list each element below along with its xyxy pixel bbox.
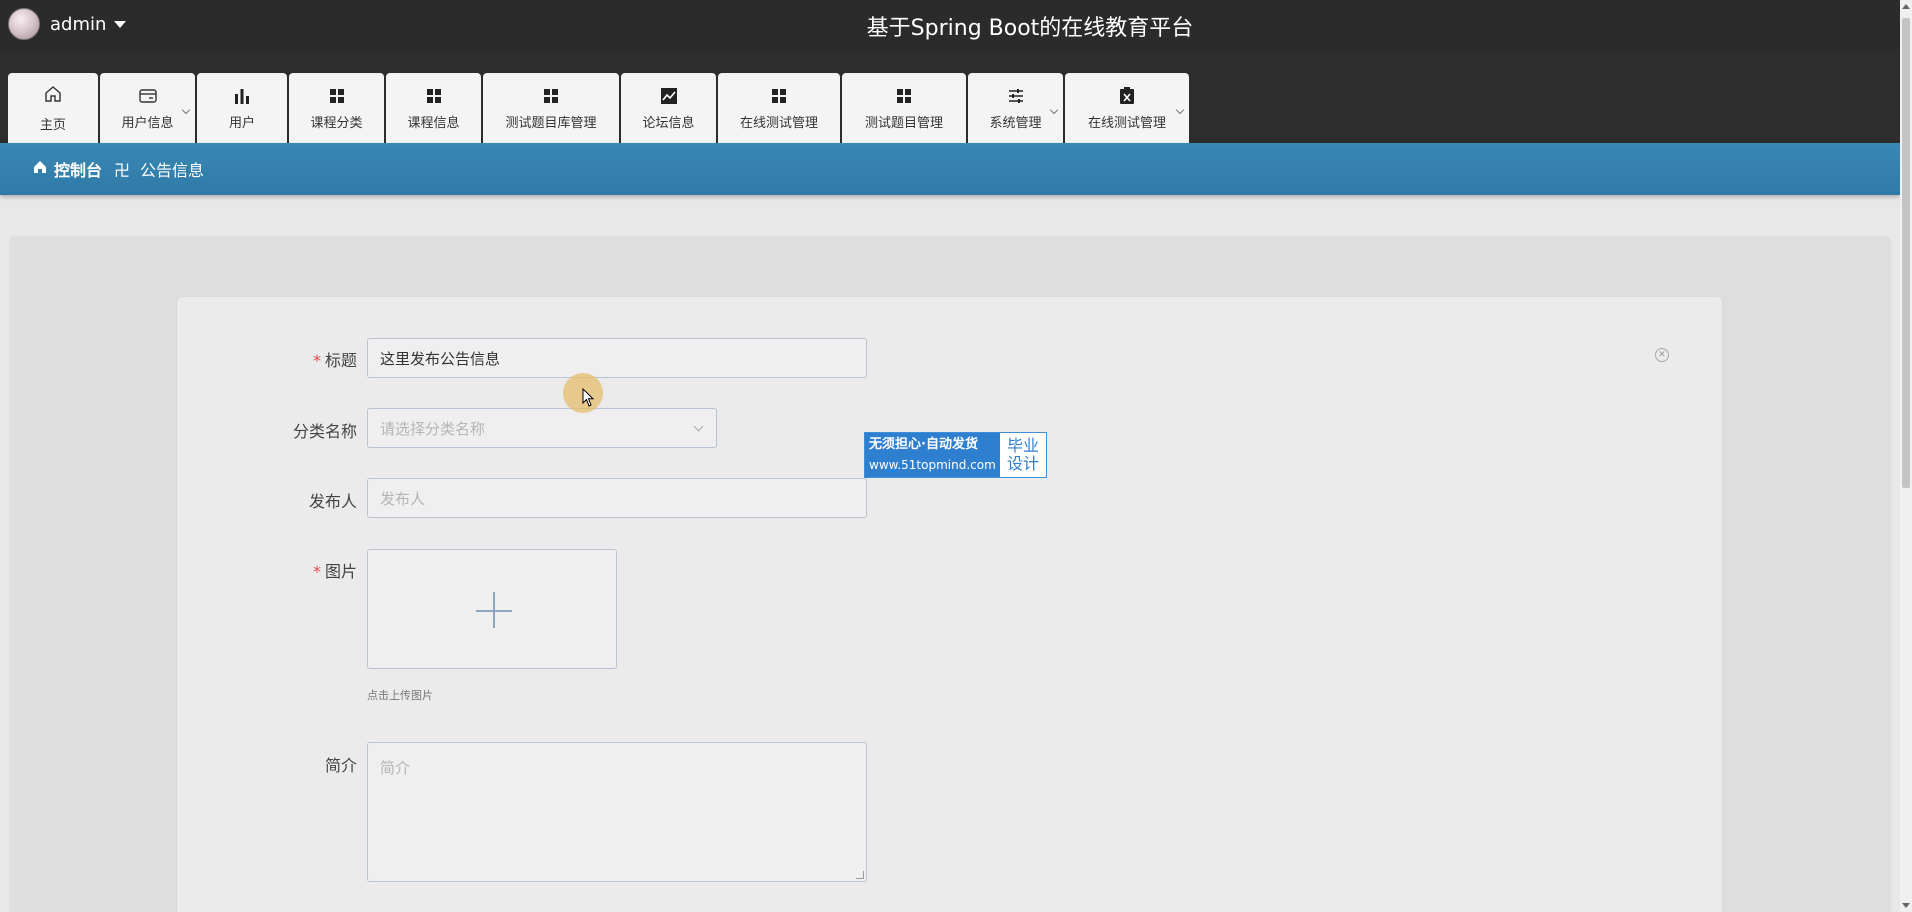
image-upload[interactable] bbox=[367, 549, 617, 669]
breadcrumb-current: 公告信息 bbox=[140, 161, 205, 180]
tab-users[interactable]: 用户 bbox=[197, 73, 287, 143]
title-input-value: 这里发布公告信息 bbox=[380, 349, 501, 368]
tab-label: 用户 bbox=[228, 115, 255, 131]
tab-question-bank[interactable]: 测试题目库管理 bbox=[483, 73, 619, 143]
tab-online-test-2[interactable]: 在线测试管理 bbox=[1065, 73, 1189, 143]
site-title: 基于Spring Boot的在线教育平台 bbox=[866, 16, 1194, 41]
tab-label: 主页 bbox=[39, 117, 66, 133]
title-input[interactable]: 这里发布公告信息 bbox=[367, 338, 867, 378]
tab-label: 课程信息 bbox=[407, 115, 460, 131]
breadcrumb-home[interactable]: 控制台 bbox=[32, 157, 102, 181]
required-mark: * bbox=[312, 351, 321, 370]
tab-online-test[interactable]: 在线测试管理 bbox=[718, 73, 840, 143]
category-label: 分类名称 bbox=[292, 422, 357, 441]
chevron-down-icon bbox=[1175, 105, 1185, 115]
tab-home[interactable]: 主页 bbox=[8, 73, 98, 143]
upload-tip: 点击上传图片 bbox=[367, 689, 433, 702]
tab-label: 论坛信息 bbox=[642, 115, 695, 131]
tab-label: 在线测试管理 bbox=[1087, 115, 1166, 131]
tab-test-questions[interactable]: 测试题目管理 bbox=[842, 73, 966, 143]
grid-icon bbox=[426, 86, 442, 106]
breadcrumb-home-label: 控制台 bbox=[54, 161, 103, 180]
publisher-input[interactable]: 发布人 bbox=[367, 478, 867, 518]
scroll-up-icon[interactable] bbox=[1902, 4, 1910, 9]
publisher-placeholder: 发布人 bbox=[380, 489, 426, 508]
grid-icon bbox=[543, 86, 559, 106]
category-placeholder: 请选择分类名称 bbox=[380, 419, 486, 438]
tab-label: 测试题目管理 bbox=[864, 115, 943, 131]
tab-label: 用户信息 bbox=[121, 115, 174, 131]
category-select[interactable]: 请选择分类名称 bbox=[367, 408, 717, 448]
title-label: * 标题 bbox=[312, 351, 357, 370]
tab-label: 在线测试管理 bbox=[739, 115, 818, 131]
tab-course-info[interactable]: 课程信息 bbox=[386, 73, 481, 143]
tab-label: 课程分类 bbox=[310, 115, 363, 131]
grid-icon bbox=[896, 86, 912, 106]
badge-line2: www.51topmind.com bbox=[869, 458, 996, 472]
close-icon[interactable]: ✕ bbox=[1655, 348, 1669, 362]
watermark-badge: 无须担心·自动发货 www.51topmind.com 毕业 设计 bbox=[864, 432, 1047, 478]
home-icon bbox=[32, 159, 48, 179]
publisher-label: 发布人 bbox=[308, 492, 357, 511]
tab-forum[interactable]: 论坛信息 bbox=[621, 73, 716, 143]
tab-course-category[interactable]: 课程分类 bbox=[289, 73, 384, 143]
badge-right2: 设计 bbox=[1006, 454, 1039, 473]
main-nav: 主页 用户信息 用户 课程分类 课程信息 测试题目库管理 论坛信息 在线测试管理… bbox=[8, 73, 1189, 143]
tab-label: 系统管理 bbox=[989, 115, 1042, 131]
scroll-down-icon[interactable] bbox=[1902, 903, 1910, 908]
intro-placeholder: 简介 bbox=[380, 759, 411, 777]
breadcrumb-separator: 卍 bbox=[114, 161, 131, 180]
badge-line1: 无须担心·自动发货 bbox=[869, 437, 978, 452]
image-label: * 图片 bbox=[312, 562, 357, 581]
chevron-down-icon bbox=[181, 105, 191, 115]
scroll-thumb[interactable] bbox=[1902, 18, 1910, 488]
wallet-icon bbox=[138, 86, 158, 106]
home-icon bbox=[43, 84, 63, 104]
tab-user-info[interactable]: 用户信息 bbox=[100, 73, 195, 143]
bar-chart-icon bbox=[233, 86, 251, 106]
grid-icon bbox=[329, 86, 345, 106]
badge-right1: 毕业 bbox=[1006, 436, 1039, 455]
tab-label: 测试题目库管理 bbox=[505, 115, 597, 131]
top-bar: admin 基于Spring Boot的在线教育平台 bbox=[0, 0, 1900, 52]
chevron-down-icon bbox=[1049, 105, 1059, 115]
chevron-down-icon bbox=[693, 421, 704, 432]
intro-label: 简介 bbox=[324, 756, 357, 775]
line-chart-icon bbox=[660, 86, 678, 106]
breadcrumb: 控制台 卍 公告信息 bbox=[0, 143, 1900, 195]
intro-textarea[interactable]: 简介 bbox=[367, 742, 867, 882]
tab-system[interactable]: 系统管理 bbox=[968, 73, 1063, 143]
clipboard-x-icon bbox=[1119, 86, 1135, 106]
scrollbar[interactable] bbox=[1900, 0, 1912, 912]
resize-handle[interactable] bbox=[856, 871, 864, 879]
required-mark: * bbox=[312, 562, 321, 581]
mouse-cursor-icon bbox=[582, 387, 596, 412]
sliders-icon bbox=[1007, 86, 1025, 106]
grid-icon bbox=[771, 86, 787, 106]
